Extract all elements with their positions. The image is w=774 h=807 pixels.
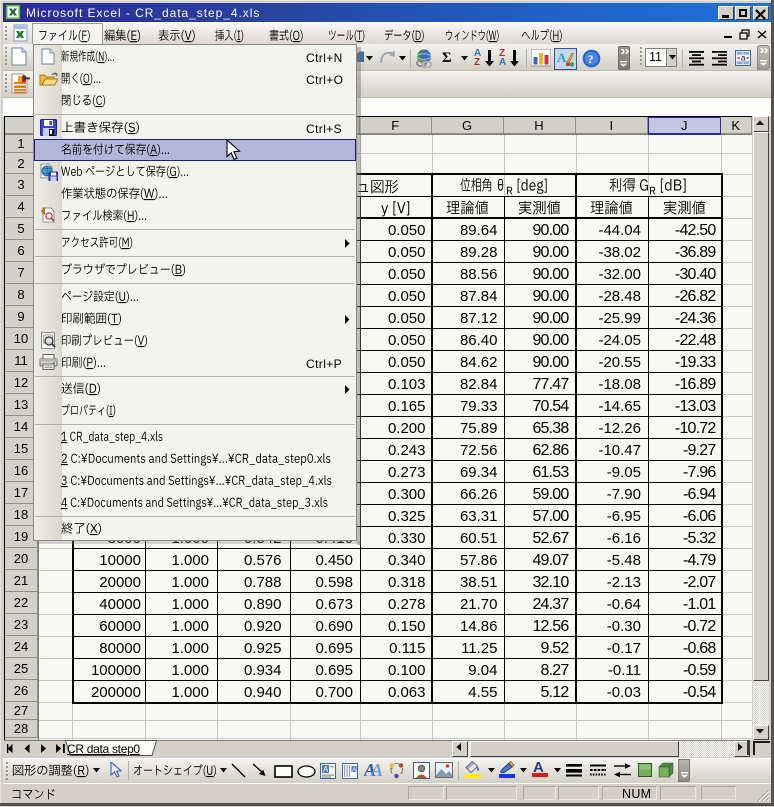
svg-text:A: A bbox=[323, 765, 329, 774]
svg-text:A: A bbox=[352, 767, 357, 774]
svg-text:A: A bbox=[370, 761, 383, 780]
svg-text:a: a bbox=[741, 54, 746, 63]
svg-text:?: ? bbox=[588, 52, 594, 66]
svg-text:A: A bbox=[557, 50, 567, 65]
